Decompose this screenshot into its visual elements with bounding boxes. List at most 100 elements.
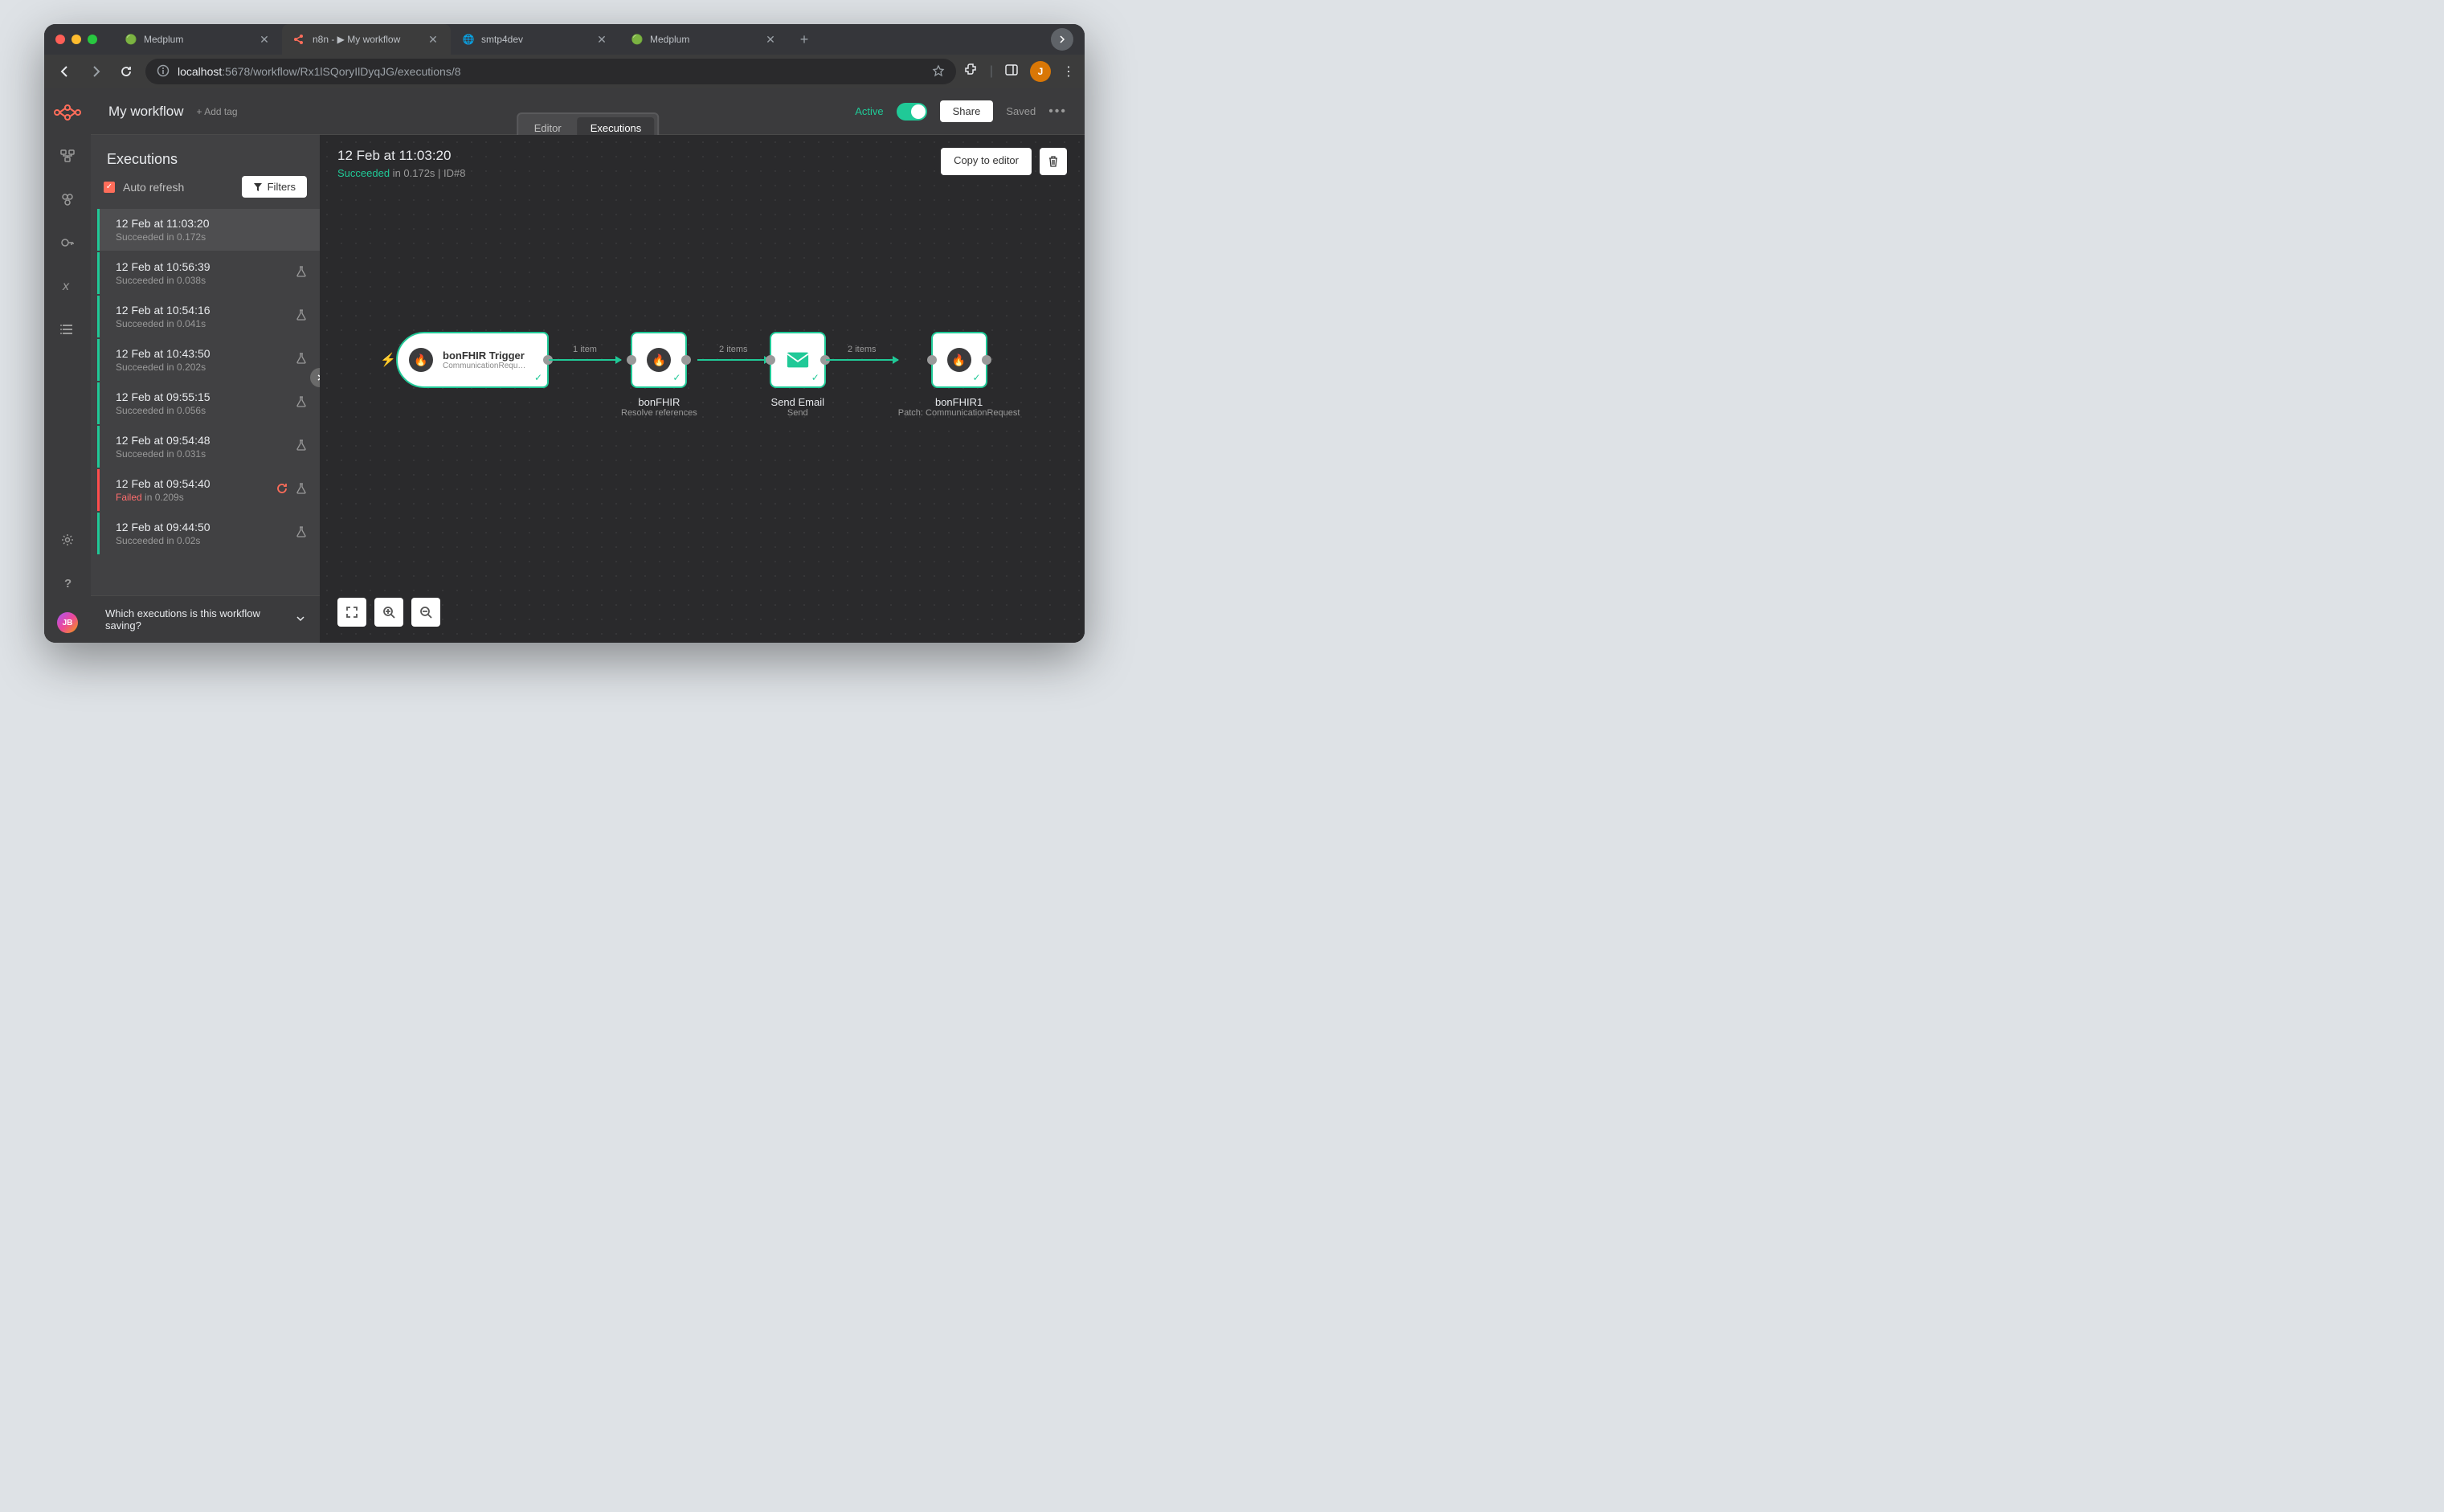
fire-icon: 🔥 [947, 348, 971, 372]
input-port[interactable] [927, 355, 937, 365]
user-avatar[interactable]: JB [57, 612, 78, 633]
tab-n8n[interactable]: n8n - ▶ My workflow ✕ [282, 24, 451, 55]
exec-status: Succeeded in 0.031s [116, 448, 296, 460]
execution-item[interactable]: 12 Feb at 09:54:48Succeeded in 0.031s [97, 426, 320, 468]
nav-templates[interactable] [53, 185, 82, 214]
exec-save-settings[interactable]: Which executions is this workflow saving… [91, 595, 320, 643]
active-label: Active [855, 105, 883, 117]
nav-workflows[interactable] [53, 141, 82, 170]
exec-time: 12 Feb at 09:44:50 [116, 521, 296, 533]
back-button[interactable] [54, 60, 76, 83]
output-port[interactable] [982, 355, 991, 365]
execution-item[interactable]: 12 Feb at 11:03:20Succeeded in 0.172s [97, 209, 320, 251]
new-tab-button[interactable]: + [793, 31, 815, 48]
flask-icon [296, 353, 307, 368]
check-icon: ✓ [672, 372, 680, 383]
add-tag-button[interactable]: + Add tag [197, 106, 238, 117]
extensions-icon[interactable] [964, 63, 979, 81]
share-button[interactable]: Share [940, 100, 994, 122]
close-icon[interactable]: ✕ [595, 33, 608, 46]
node-subtitle: CommunicationRequ… [443, 362, 536, 370]
svg-text:x: x [62, 280, 70, 293]
chevron-down-icon [296, 614, 305, 626]
node-bonfhir-trigger[interactable]: ⚡ 🔥 bonFHIR Trigger CommunicationRequ… ✓ [396, 332, 549, 388]
n8n-icon [293, 33, 306, 46]
nav-variables[interactable]: x [53, 272, 82, 300]
side-navigation: x ? JB [44, 88, 91, 643]
zoom-in-button[interactable] [374, 598, 403, 627]
check-icon: ✓ [973, 372, 981, 383]
conn-label: 1 item [573, 345, 597, 354]
workflow-name[interactable]: My workflow [108, 104, 184, 120]
conn-label: 2 items [848, 345, 876, 354]
exec-time: 12 Feb at 09:55:15 [116, 390, 296, 403]
input-port[interactable] [766, 355, 775, 365]
saved-status: Saved [1006, 105, 1036, 117]
exec-status: Succeeded in 0.202s [116, 362, 296, 373]
node-send-email[interactable]: ✓ [770, 332, 826, 388]
nav-executions[interactable] [53, 315, 82, 344]
auto-refresh-label: Auto refresh [123, 181, 234, 194]
close-window[interactable] [55, 35, 65, 44]
check-icon: ✓ [811, 372, 819, 383]
execution-item[interactable]: 12 Feb at 09:54:40Failed in 0.209s [97, 469, 320, 511]
active-toggle[interactable] [897, 103, 927, 121]
n8n-logo[interactable] [53, 98, 82, 127]
maximize-window[interactable] [88, 35, 97, 44]
output-port[interactable] [681, 355, 691, 365]
globe-icon: 🟢 [631, 33, 644, 46]
site-info-icon[interactable] [157, 64, 170, 80]
executions-title: Executions [91, 135, 320, 176]
filters-button[interactable]: Filters [242, 176, 307, 198]
minimize-window[interactable] [72, 35, 81, 44]
execution-item[interactable]: 12 Feb at 10:56:39Succeeded in 0.038s [97, 252, 320, 294]
close-icon[interactable]: ✕ [258, 33, 271, 46]
close-icon[interactable]: ✕ [764, 33, 777, 46]
auto-refresh-checkbox[interactable]: ✓ [104, 182, 115, 193]
tab-title: smtp4dev [481, 34, 523, 45]
tab-medplum-1[interactable]: 🟢 Medplum ✕ [113, 24, 282, 55]
nav-settings[interactable] [53, 525, 82, 554]
node-name: bonFHIR [621, 396, 697, 408]
exec-time: 12 Feb at 09:54:48 [116, 434, 296, 447]
tab-overflow-button[interactable] [1051, 28, 1073, 51]
profile-avatar[interactable]: J [1030, 61, 1051, 82]
titlebar: 🟢 Medplum ✕ n8n - ▶ My workflow ✕ 🌐 smtp… [44, 24, 1085, 55]
zoom-out-button[interactable] [411, 598, 440, 627]
retry-icon[interactable] [276, 483, 288, 498]
exec-time: 12 Feb at 11:03:20 [116, 217, 307, 230]
address-bar[interactable]: localhost:5678/workflow/Rx1lSQoryIlDyqJG… [145, 59, 956, 84]
kebab-menu-icon[interactable]: ⋮ [1062, 63, 1075, 80]
execution-list: 12 Feb at 11:03:20Succeeded in 0.172s 12… [91, 207, 320, 595]
execution-item[interactable]: 12 Feb at 10:43:50Succeeded in 0.202s [97, 339, 320, 381]
node-name: Send Email [771, 396, 824, 408]
svg-text:?: ? [64, 577, 72, 590]
exec-status: Succeeded in 0.056s [116, 405, 296, 416]
tab-medplum-2[interactable]: 🟢 Medplum ✕ [619, 24, 788, 55]
workflow-canvas[interactable]: 12 Feb at 11:03:20 Succeeded in 0.172s |… [320, 135, 1085, 643]
execution-item[interactable]: 12 Feb at 09:55:15 Succeeded in 0.056s [97, 382, 320, 424]
tab-title: n8n - ▶ My workflow [313, 34, 400, 45]
input-port[interactable] [627, 355, 636, 365]
nav-help[interactable]: ? [53, 569, 82, 598]
delete-execution-button[interactable] [1040, 148, 1067, 175]
execution-date: 12 Feb at 11:03:20 [337, 148, 466, 164]
envelope-icon [786, 348, 810, 372]
reload-button[interactable] [115, 60, 137, 83]
tab-smtp4dev[interactable]: 🌐 smtp4dev ✕ [451, 24, 619, 55]
flask-icon [296, 439, 307, 455]
close-icon[interactable]: ✕ [427, 33, 439, 46]
fit-view-button[interactable] [337, 598, 366, 627]
copy-to-editor-button[interactable]: Copy to editor [941, 148, 1032, 175]
nav-credentials[interactable] [53, 228, 82, 257]
flask-icon [296, 396, 307, 411]
panel-icon[interactable] [1004, 63, 1019, 81]
bookmark-icon[interactable] [932, 64, 945, 80]
node-bonfhir[interactable]: 🔥 ✓ [631, 332, 687, 388]
forward-button[interactable] [84, 60, 107, 83]
execution-item[interactable]: 12 Feb at 09:44:50Succeeded in 0.02s [97, 513, 320, 554]
execution-item[interactable]: 12 Feb at 10:54:16Succeeded in 0.041s [97, 296, 320, 337]
more-menu-button[interactable]: ••• [1048, 104, 1067, 119]
url-bar: localhost:5678/workflow/Rx1lSQoryIlDyqJG… [44, 55, 1085, 88]
node-bonfhir1[interactable]: 🔥 ✓ [931, 332, 987, 388]
